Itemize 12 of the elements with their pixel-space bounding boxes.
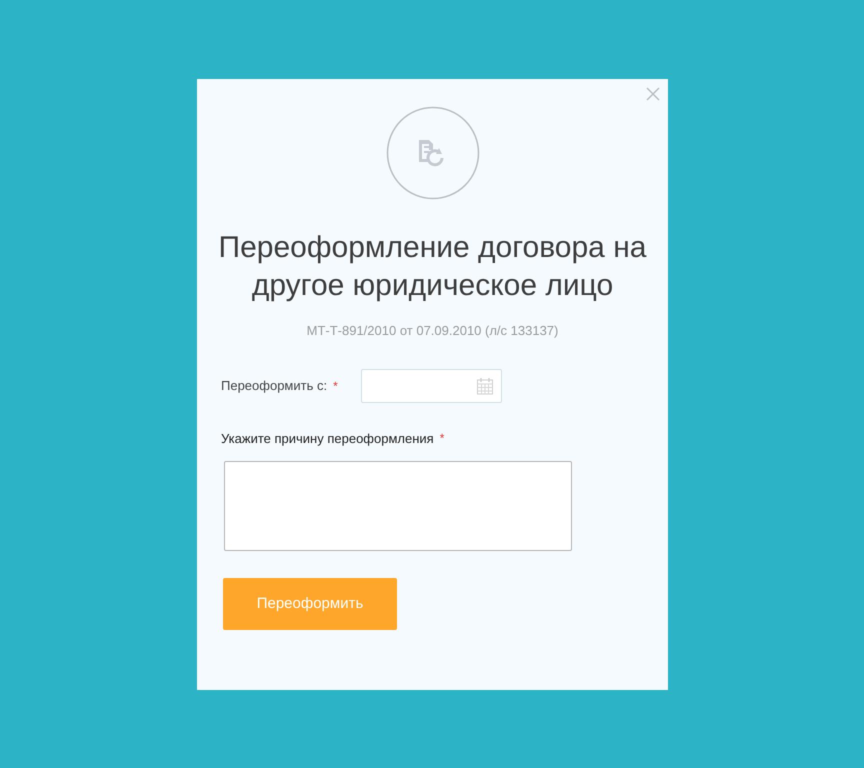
document-refresh-icon — [386, 106, 480, 200]
submit-button[interactable]: Переоформить — [223, 578, 397, 630]
field-label: Переоформить с: — [221, 376, 328, 395]
contract-number: МТ-Т-891/2010 от 07.09.2010 (л/с 133137) — [306, 322, 558, 340]
calendar-icon[interactable] — [476, 376, 494, 394]
reason-textarea[interactable] — [224, 461, 572, 551]
date-field[interactable] — [361, 368, 502, 402]
dialog-title: Переоформление договора на другое юридическое лицо — [218, 230, 648, 304]
required-mark: * — [333, 378, 338, 394]
close-icon[interactable] — [645, 86, 661, 102]
required-mark: * — [440, 430, 444, 448]
field-label: Укажите причину переоформления — [221, 430, 434, 448]
